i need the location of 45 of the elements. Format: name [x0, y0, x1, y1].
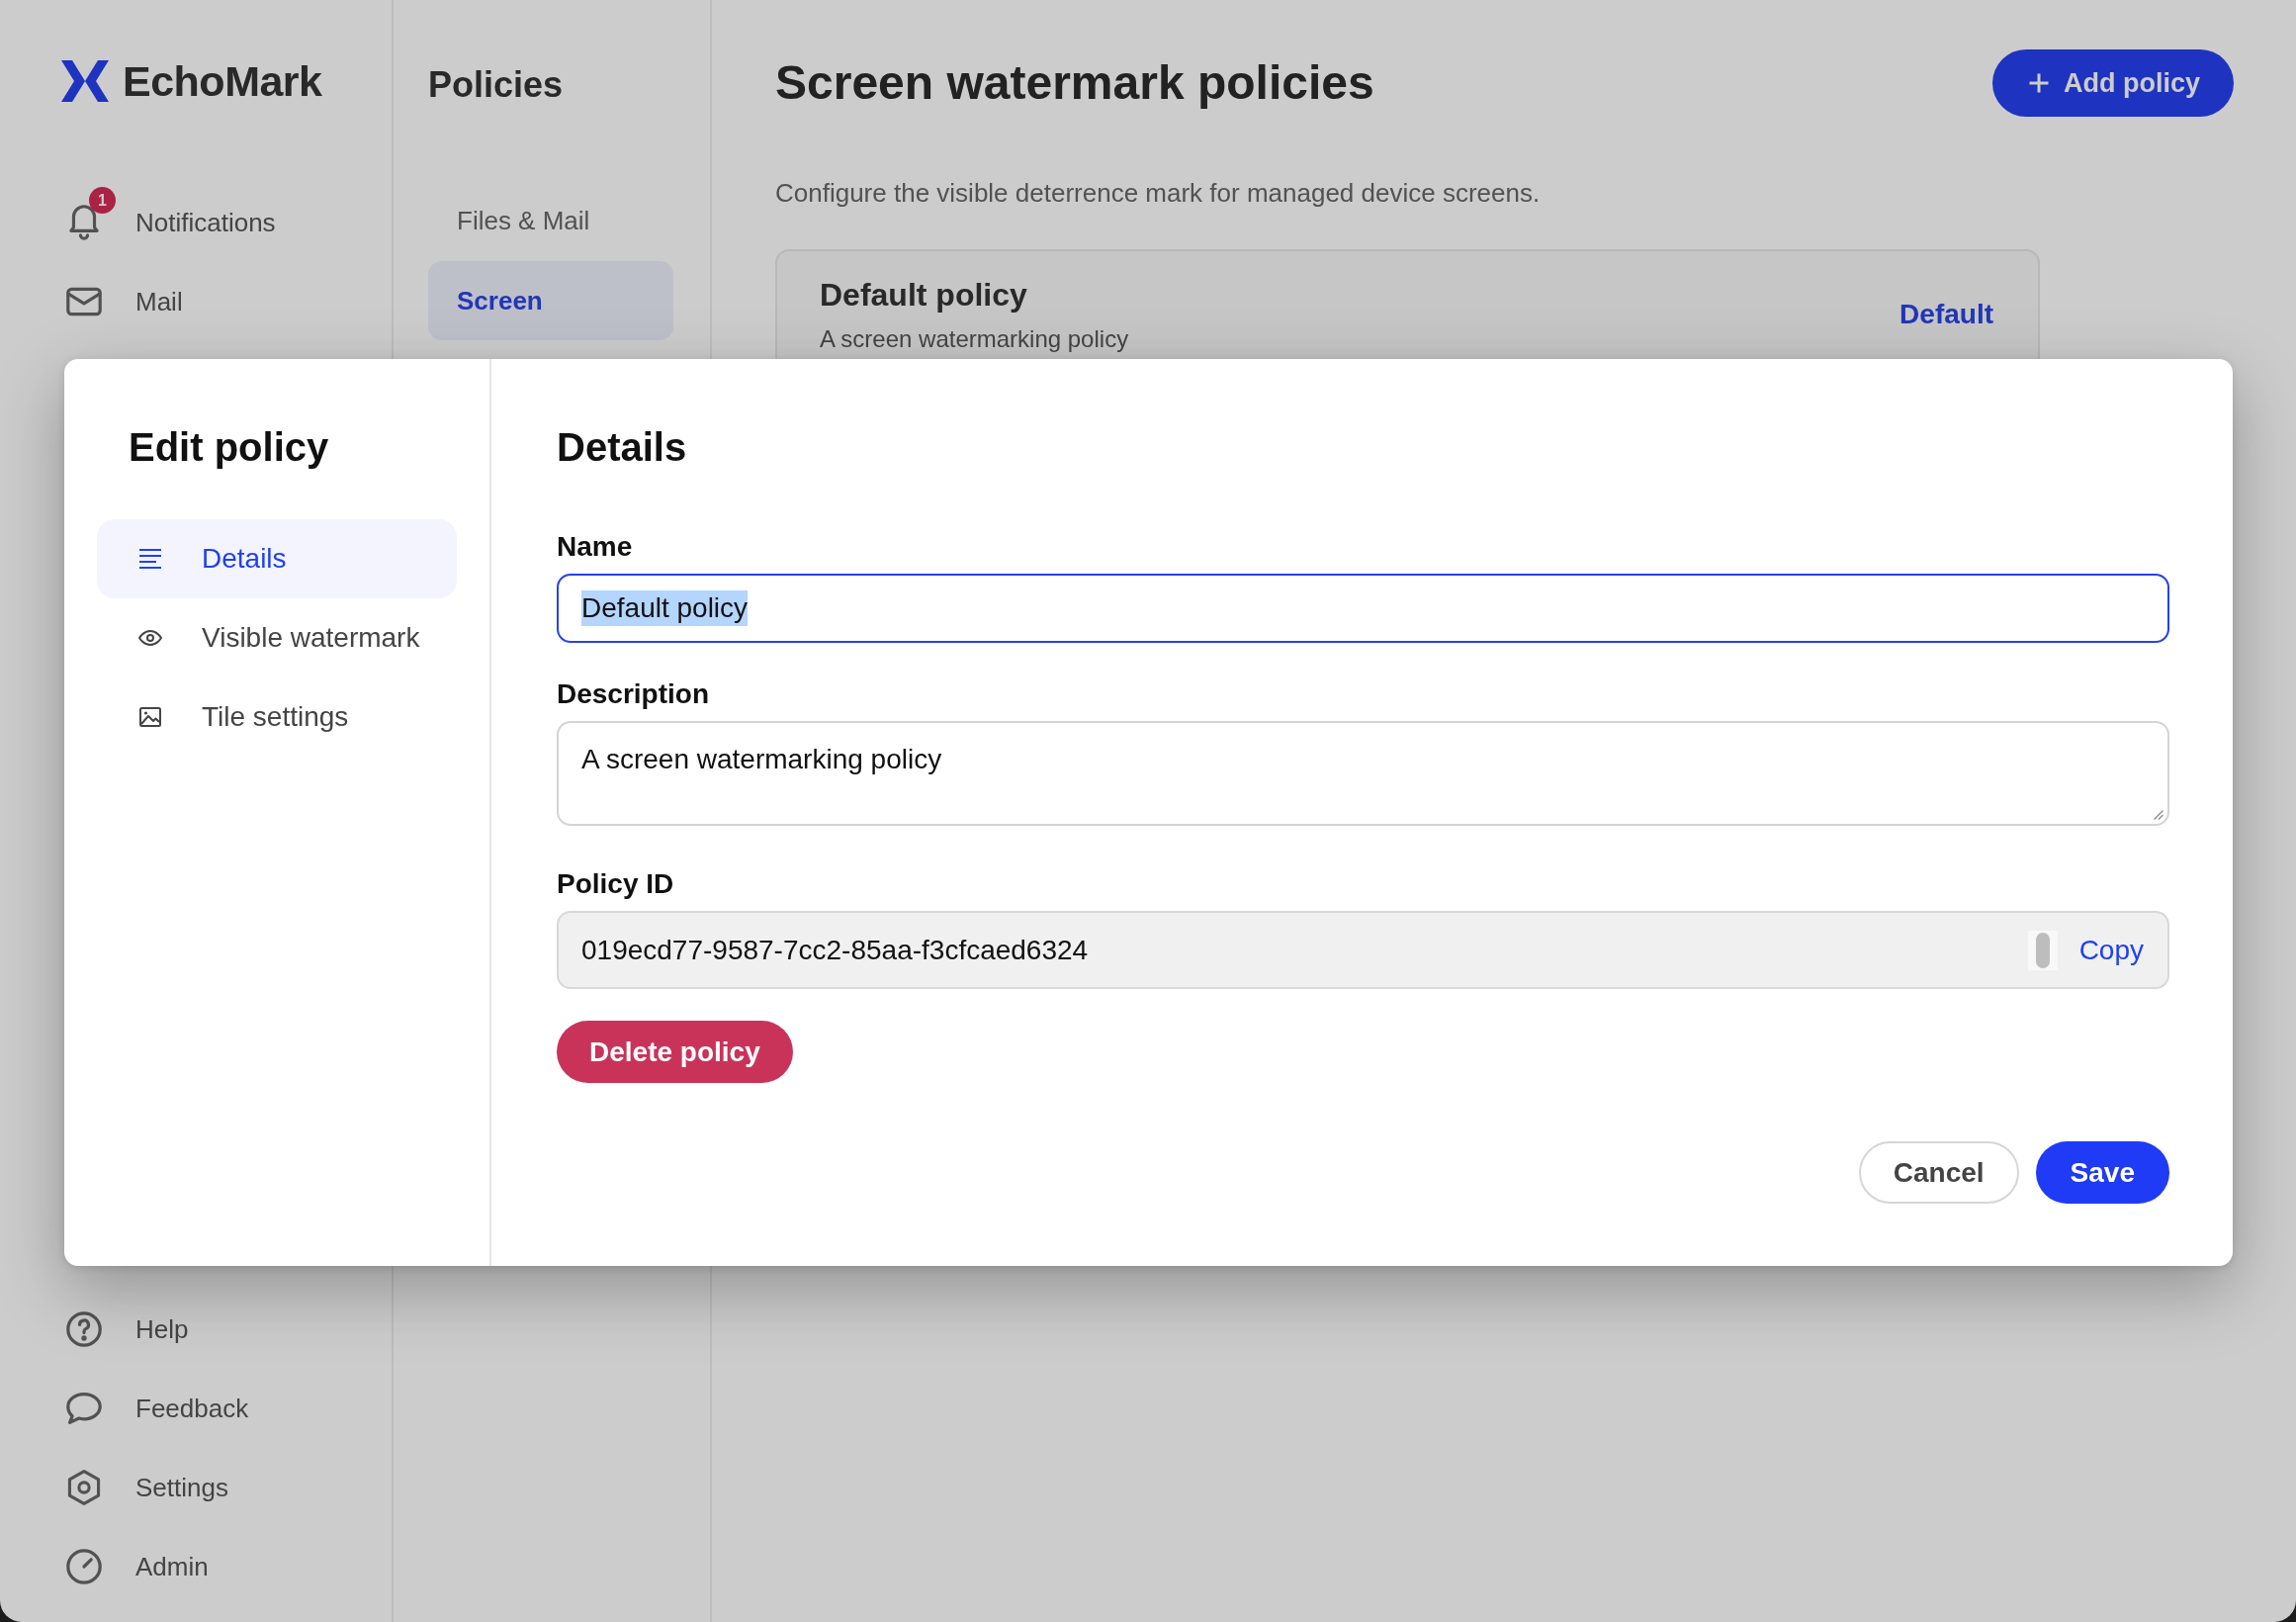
- resize-grip-icon: [2154, 810, 2164, 820]
- column-title: Policies: [428, 63, 565, 107]
- bell-icon: [66, 205, 102, 240]
- section-tab[interactable]: Visible watermark: [97, 598, 457, 677]
- save-button[interactable]: Save: [2035, 1141, 2169, 1204]
- notification-badge: 1: [89, 187, 116, 214]
- gear-icon: [66, 1470, 102, 1505]
- readonly-field[interactable]: 019ecd77-9587-7cc2-85aa-f3cfcaed6324 Copy: [557, 911, 2169, 989]
- help-icon: [66, 1311, 102, 1347]
- section-tab[interactable]: Tile settings: [97, 677, 457, 757]
- capsule-icon: [2027, 930, 2058, 970]
- logo-text: EchoMark: [123, 56, 322, 107]
- sidebar-item[interactable]: Feedback: [66, 1369, 249, 1448]
- section-heading: Details: [557, 424, 688, 471]
- text-input[interactable]: Default policy: [557, 574, 2169, 643]
- policy-type-item[interactable]: Files & Mail: [428, 181, 673, 260]
- sidebar-item[interactable]: Admin: [66, 1527, 209, 1606]
- sidebar-item[interactable]: Help: [66, 1290, 189, 1369]
- eye-icon: [138, 628, 162, 648]
- add-policy-button[interactable]: Add policy: [1992, 49, 2234, 117]
- section-tab[interactable]: Details: [97, 519, 457, 598]
- copy-link[interactable]: Copy: [2078, 934, 2144, 966]
- policy-name: Default policy: [820, 276, 1028, 314]
- plus-icon: [2028, 72, 2050, 94]
- cancel-button[interactable]: Cancel: [1858, 1141, 2019, 1204]
- policy-id-value: 019ecd77-9587-7cc2-85aa-f3cfcaed6324: [581, 934, 1090, 966]
- sidebar-item[interactable]: Mail: [66, 262, 183, 341]
- delete-policy-button[interactable]: Delete policy: [557, 1021, 793, 1083]
- textarea-input[interactable]: A screen watermarking policy: [557, 721, 2169, 826]
- page-title: Screen watermark policies: [775, 55, 1374, 111]
- sidebar-item[interactable]: 1 Notifications: [66, 183, 276, 262]
- sidebar-item[interactable]: Settings: [66, 1448, 228, 1527]
- gauge-icon: [66, 1549, 102, 1584]
- page-subtitle: Configure the visible deterrence mark for managed device screens.: [775, 177, 1542, 210]
- field-label: Policy ID: [557, 867, 675, 901]
- default-label: Default: [1899, 299, 1993, 330]
- text-lines-icon: [138, 549, 162, 569]
- policy-description: A screen watermarking policy: [820, 325, 1129, 353]
- speech-bubble-icon: [66, 1391, 102, 1426]
- image-icon: [138, 707, 162, 727]
- field-label: Description: [557, 677, 711, 711]
- policy-type-item[interactable]: Screen: [428, 261, 673, 340]
- cross-logo-icon: [61, 60, 109, 102]
- field-label: Name: [557, 530, 634, 564]
- dialog-title: Edit policy: [129, 424, 330, 471]
